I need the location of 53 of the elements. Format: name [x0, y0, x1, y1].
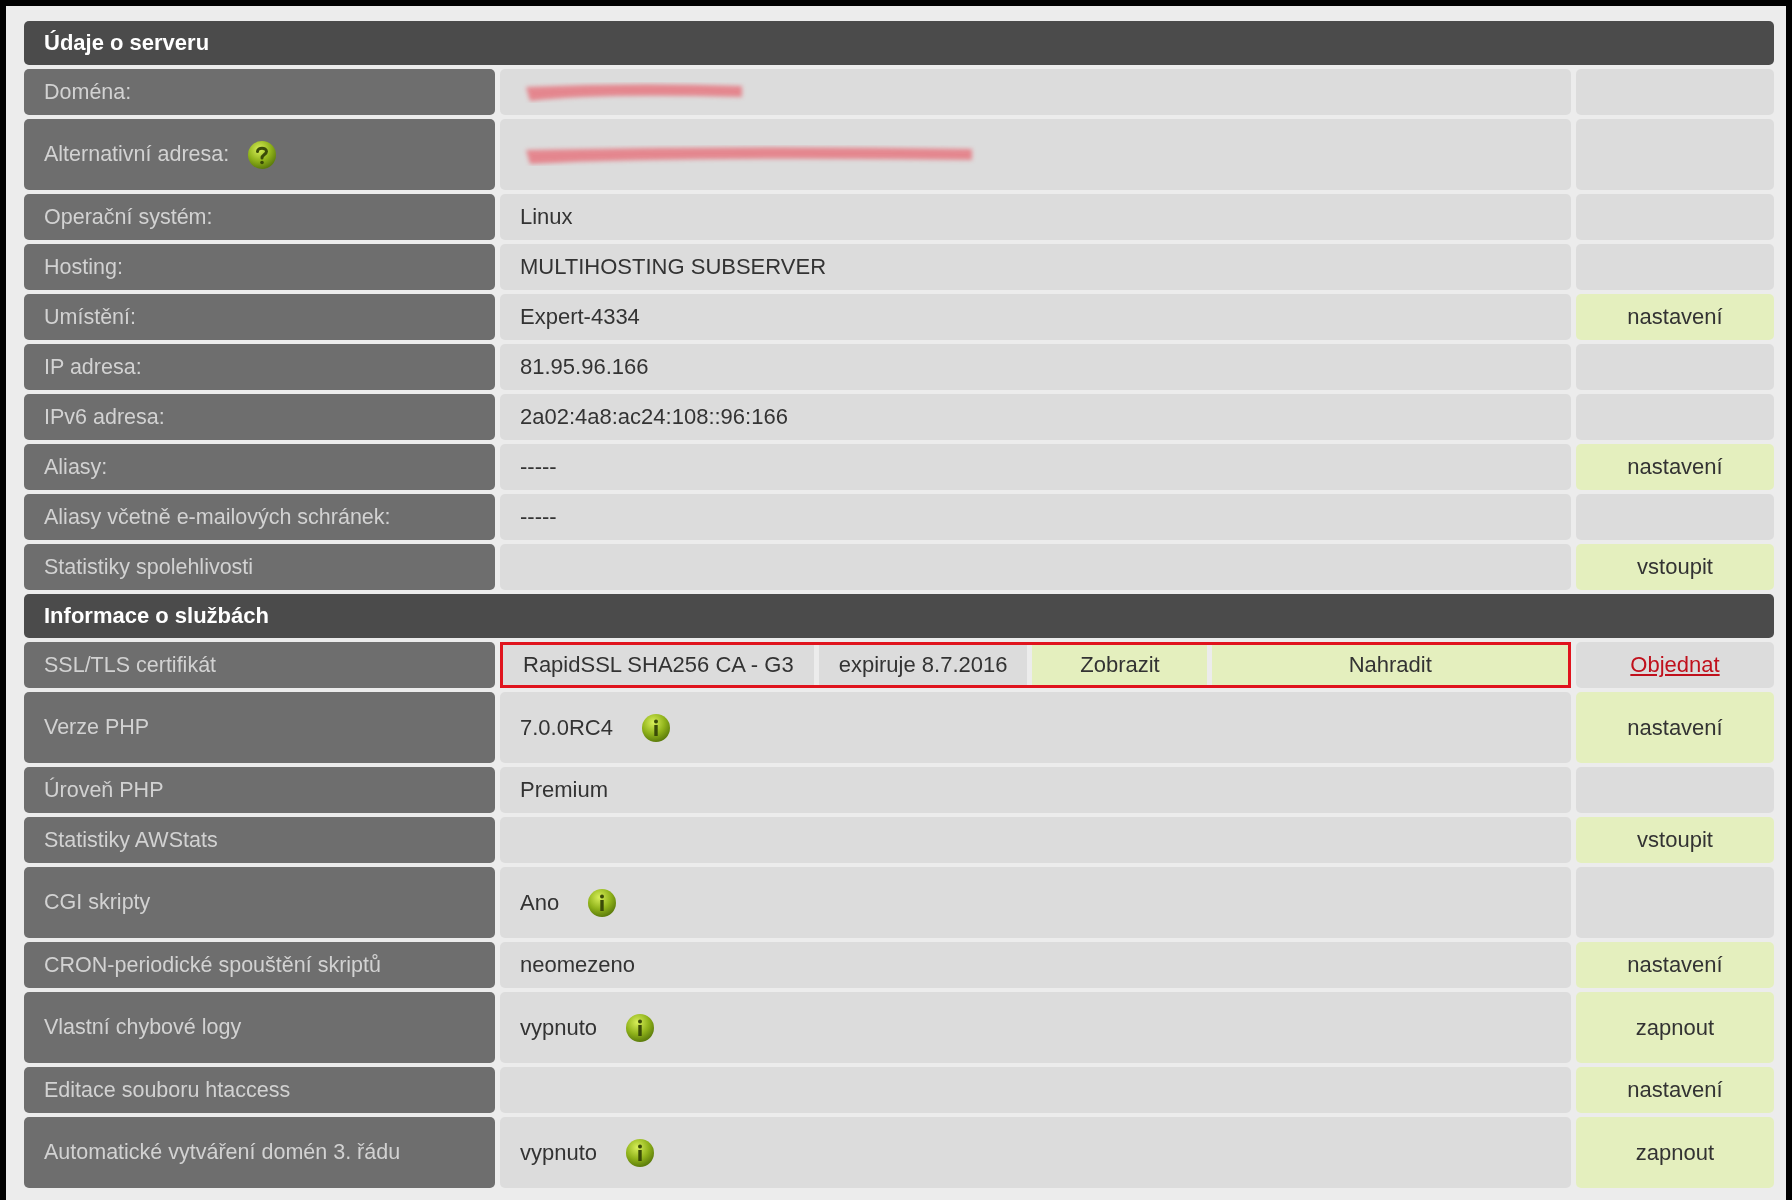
label-text: Aliasy včetně e-mailových schránek:	[44, 504, 391, 530]
label-text: Alternativní adresa:	[44, 142, 230, 167]
label-text: Aliasy:	[44, 454, 108, 480]
label-text: Vlastní chybové logy	[44, 1015, 242, 1040]
value-text: MULTIHOSTING SUBSERVER	[520, 254, 826, 280]
value-text: Ano	[520, 889, 560, 916]
value-text: neomezeno	[520, 952, 635, 978]
label-text: Verze PHP	[44, 715, 150, 740]
action-button[interactable]: nastavení	[1576, 692, 1774, 763]
value-text: Linux	[520, 204, 573, 230]
help-icon[interactable]	[247, 139, 278, 170]
action-button[interactable]: vstoupit	[1576, 817, 1774, 863]
label-text: Doména:	[44, 79, 132, 105]
label-text: Hosting:	[44, 254, 123, 280]
info-icon[interactable]	[587, 887, 618, 918]
label-text: SSL/TLS certifikát	[44, 652, 217, 678]
value-text: Expert-4334	[520, 304, 640, 330]
value-text: vypnuto	[520, 1139, 598, 1166]
action-button[interactable]: zapnout	[1576, 992, 1774, 1063]
order-link[interactable]: Objednat	[1630, 652, 1720, 678]
segment-button[interactable]: Nahradit	[1212, 645, 1568, 685]
info-icon[interactable]	[625, 1012, 656, 1043]
value-text: 81.95.96.166	[520, 354, 649, 380]
action-button[interactable]: nastavení	[1576, 942, 1774, 988]
info-icon[interactable]	[625, 1137, 656, 1168]
label-text: Automatické vytváření domén 3. řádu	[44, 1140, 401, 1165]
value-text: -----	[520, 454, 557, 480]
label-text: Statistiky spolehlivosti	[44, 554, 254, 580]
section-header: Informace o službách	[24, 594, 1774, 638]
label-text: CRON-periodické spouštění skriptů	[44, 952, 381, 978]
value-text: Premium	[520, 777, 608, 803]
label-text: Umístění:	[44, 304, 136, 330]
label-text: Operační systém:	[44, 204, 213, 230]
action-button[interactable]: nastavení	[1576, 294, 1774, 340]
segment-text: RapidSSL SHA256 CA - G3	[503, 645, 814, 685]
label-text: CGI skripty	[44, 890, 151, 915]
value-text: -----	[520, 504, 557, 530]
segment-text: expiruje 8.7.2016	[818, 645, 1028, 685]
action-button[interactable]: nastavení	[1576, 444, 1774, 490]
value-text: 7.0.0RC4	[520, 714, 613, 741]
label-text: Editace souboru htaccess	[44, 1077, 291, 1103]
label-text: Statistiky AWStats	[44, 827, 218, 853]
label-text: IP adresa:	[44, 354, 142, 380]
info-icon[interactable]	[640, 712, 671, 743]
segment-button[interactable]: Zobrazit	[1032, 645, 1208, 685]
value-text: 2a02:4a8:ac24:108::96:166	[520, 404, 788, 430]
action-button[interactable]: zapnout	[1576, 1117, 1774, 1188]
action-button[interactable]: vstoupit	[1576, 544, 1774, 590]
section-header: Údaje o serveru	[24, 21, 1774, 65]
value-text: vypnuto	[520, 1014, 598, 1041]
action-button[interactable]: nastavení	[1576, 1067, 1774, 1113]
label-text: IPv6 adresa:	[44, 404, 165, 430]
label-text: Úroveň PHP	[44, 777, 164, 803]
